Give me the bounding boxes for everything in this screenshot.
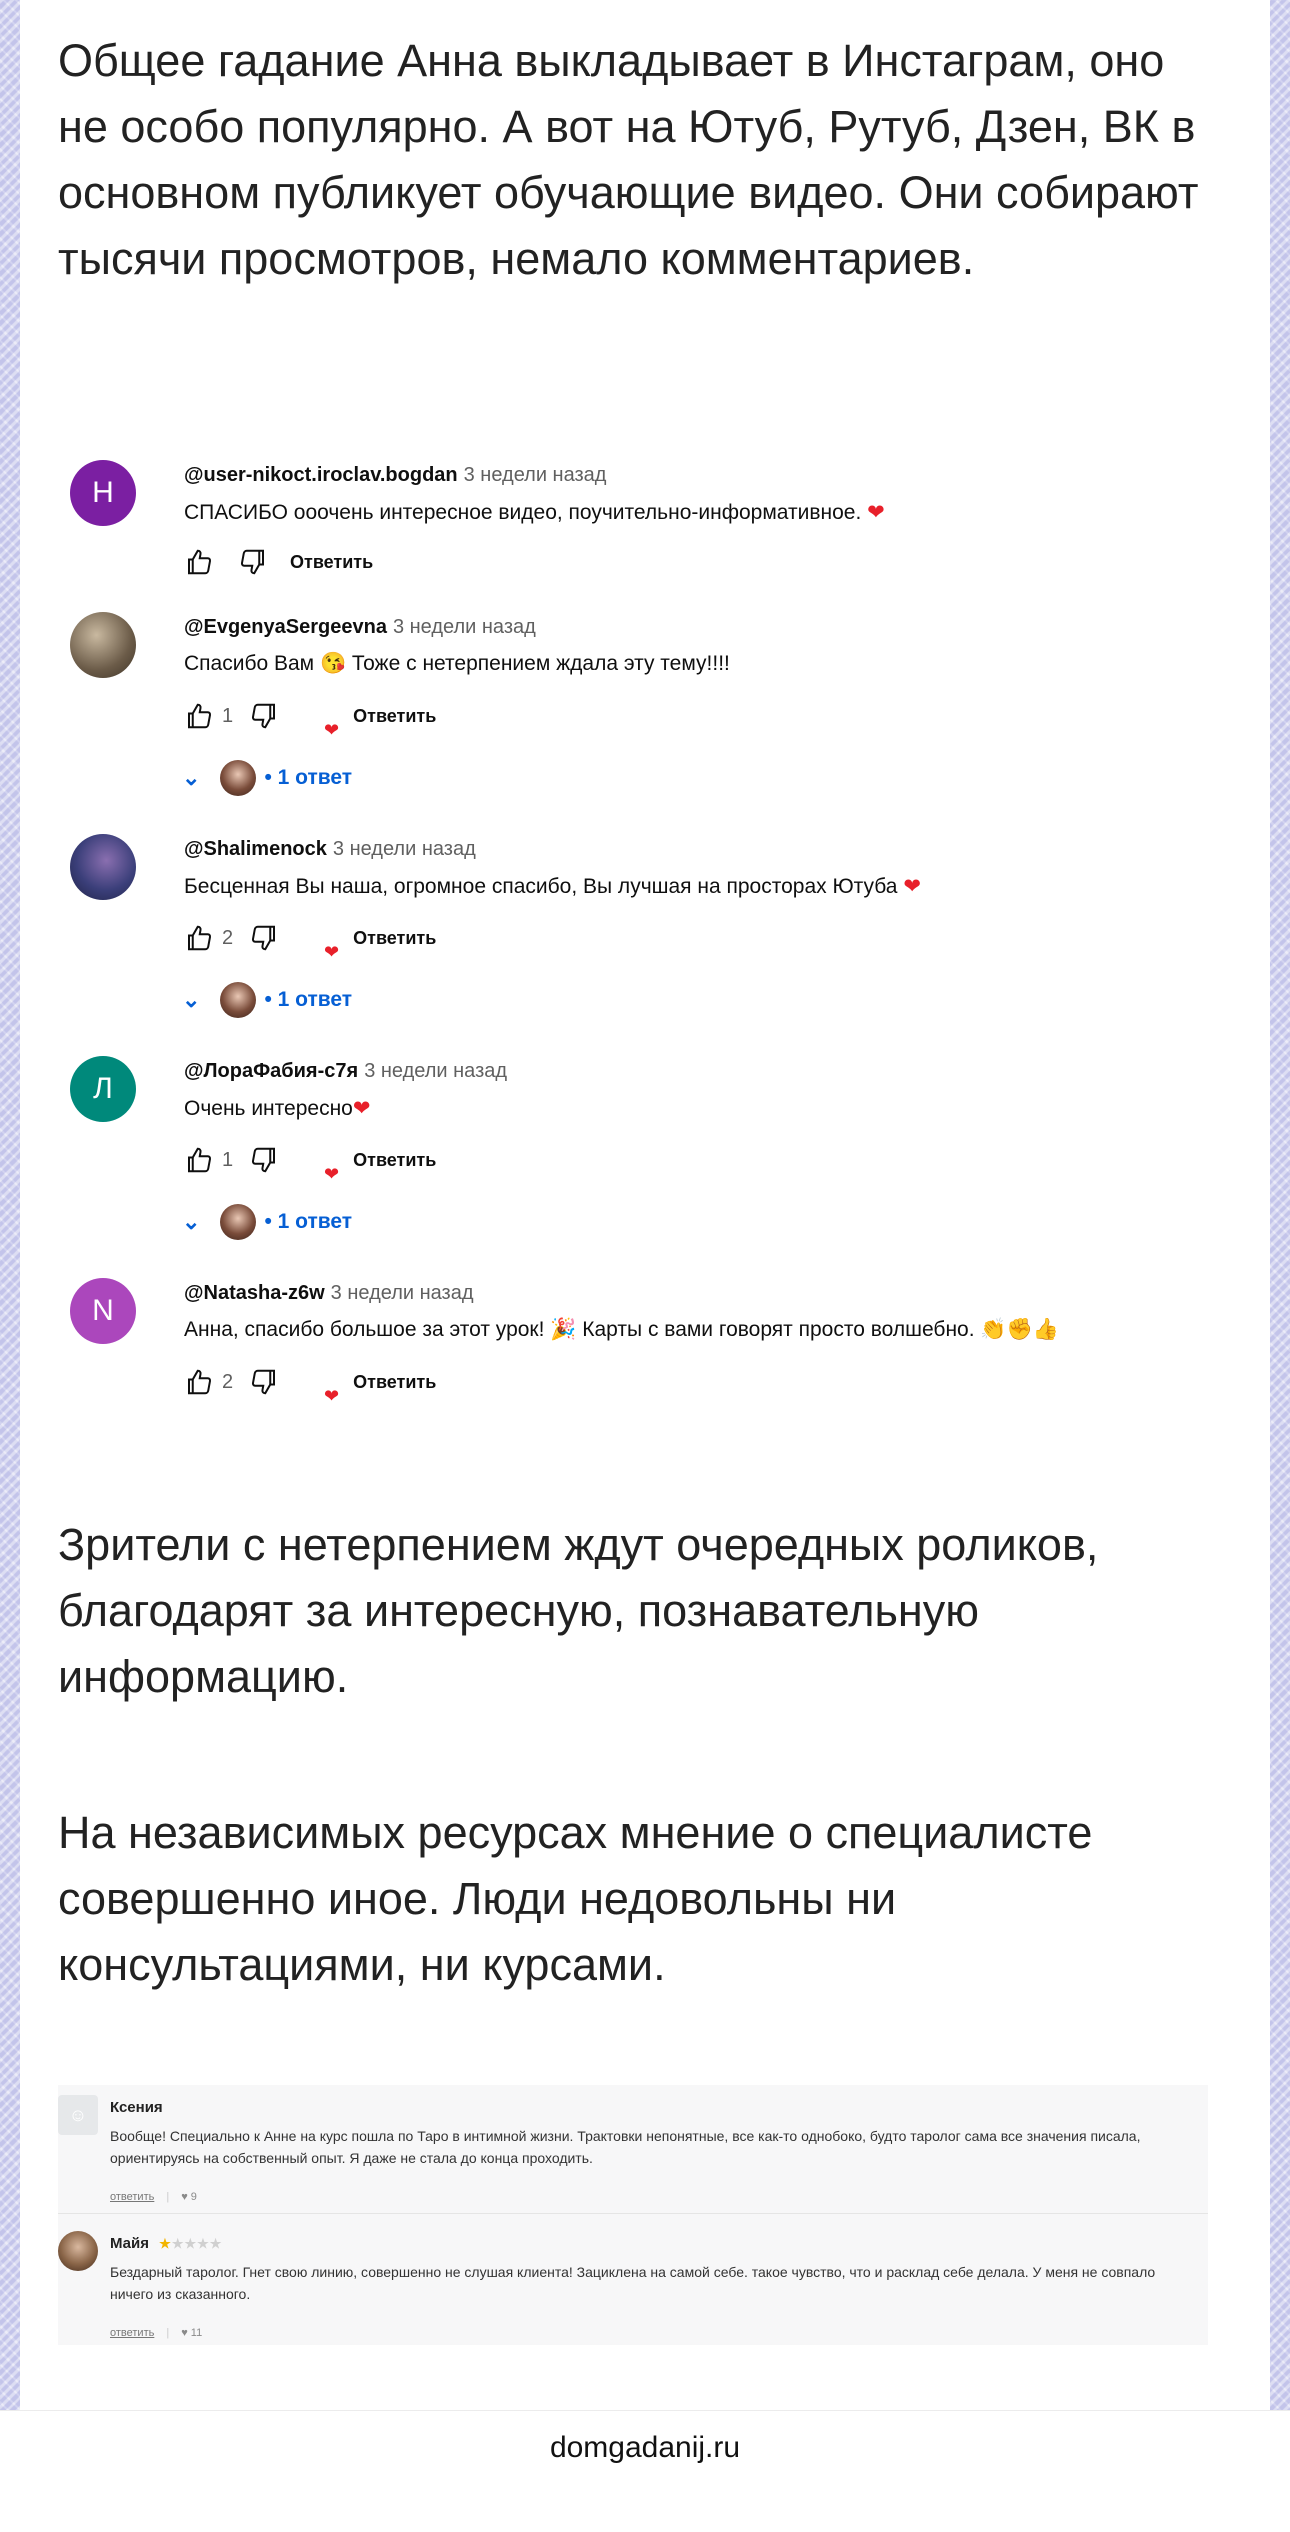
youtube-comments-screenshot: Н @user-nikoct.iroclav.bogdan 3 недели на… <box>58 430 1208 1430</box>
like-icon[interactable] <box>182 1365 216 1399</box>
review-author[interactable]: Ксения <box>110 2099 163 2116</box>
comment-actions: 1 ❤ Ответить <box>182 697 436 740</box>
heart-icon: ❤ <box>903 875 921 898</box>
heart-icon: ❤ <box>324 1164 340 1184</box>
dislike-icon[interactable] <box>247 921 281 955</box>
lower-paragraph: На независимых ресурсах мнение о специал… <box>58 1807 1093 1990</box>
comment-text: Анна, спасибо большое за этот урок! 🎉 Ка… <box>184 1318 1059 1341</box>
like-count: 11 <box>190 2327 203 2339</box>
chevron-down-icon: ⌄ <box>182 987 201 1012</box>
like-count: 2 <box>222 1370 234 1393</box>
heart-icon: ❤ <box>324 1386 340 1406</box>
reply-button[interactable]: Ответить <box>353 928 436 949</box>
review-author: Майя ★★★★★ <box>110 2235 223 2252</box>
comment-header: @EvgenyaSergeevna 3 недели назад <box>184 616 536 639</box>
comment-header: @Shalimenock 3 недели назад <box>184 838 476 861</box>
avatar[interactable]: Л <box>70 1056 136 1122</box>
creator-avatar <box>220 760 257 796</box>
review-actions: ответить | ♥ 11 <box>110 2327 203 2339</box>
reviews-screenshot: ☺ Ксения Вообще! Специально к Анне на ку… <box>58 2085 1208 2345</box>
like-count: 1 <box>222 1148 234 1171</box>
heart-icon[interactable]: ♥ <box>181 2191 188 2203</box>
creator-avatar <box>220 1204 257 1240</box>
creator-heart-badge: ❤ <box>295 1363 339 1406</box>
creator-heart-badge: ❤ <box>295 919 339 962</box>
creator-avatar <box>220 982 257 1018</box>
comment-header: @user-nikoct.iroclav.bogdan 3 недели наза… <box>184 464 606 487</box>
avatar[interactable]: N <box>70 1278 136 1344</box>
view-replies-button[interactable]: ⌄ • 1 ответ <box>182 980 352 1020</box>
like-count: 9 <box>190 2191 197 2203</box>
comment-date[interactable]: 3 недели назад <box>333 838 476 860</box>
reply-link[interactable]: ответить <box>110 2191 154 2203</box>
avatar: ☺ <box>58 2095 98 2135</box>
comment-actions: 1 ❤ Ответить <box>182 1141 436 1184</box>
avatar[interactable] <box>70 834 136 900</box>
comment-text: Спасибо Вам 😘 Тоже с нетерпением ждала э… <box>184 652 730 675</box>
comment-text: Бесценная Вы наша, огромное спасибо, Вы … <box>184 875 921 898</box>
intro-paragraph: Общее гадание Анна выкладывает в Инстагр… <box>58 35 1199 284</box>
reply-button[interactable]: Ответить <box>353 1372 436 1393</box>
avatar <box>58 2231 98 2271</box>
comment-text: СПАСИБО ооочень интересное видео, поучит… <box>184 501 885 524</box>
creator-heart-badge: ❤ <box>295 697 339 740</box>
avatar[interactable]: Н <box>70 460 136 526</box>
like-icon[interactable] <box>182 545 216 579</box>
like-icon[interactable] <box>182 699 216 733</box>
comment-date[interactable]: 3 недели назад <box>364 1060 507 1082</box>
view-replies-button[interactable]: ⌄ • 1 ответ <box>182 758 352 798</box>
dislike-icon[interactable] <box>247 1143 281 1177</box>
comment-date[interactable]: 3 недели назад <box>331 1282 474 1304</box>
comment-header: @Natasha-z6w 3 недели назад <box>184 1282 474 1305</box>
dislike-icon[interactable] <box>236 545 270 579</box>
review-text: Вообще! Специально к Анне на курс пошла … <box>110 2128 1141 2166</box>
footer: domgadanij.ru <box>0 2410 1290 2532</box>
chevron-down-icon: ⌄ <box>182 1209 201 1234</box>
reply-button[interactable]: Ответить <box>353 706 436 727</box>
site-url[interactable]: domgadanij.ru <box>0 2431 1290 2465</box>
avatar[interactable] <box>70 612 136 678</box>
comment-author[interactable]: @EvgenyaSergeevna <box>184 616 387 638</box>
view-replies-button[interactable]: ⌄ • 1 ответ <box>182 1202 352 1242</box>
heart-icon: ❤ <box>324 942 340 962</box>
reply-button[interactable]: Ответить <box>353 1150 436 1171</box>
comment-author[interactable]: @ЛораФабия-с7я <box>184 1060 358 1082</box>
comment-actions: Ответить <box>182 544 373 580</box>
dislike-icon[interactable] <box>247 699 281 733</box>
heart-icon: ❤ <box>352 1097 371 1120</box>
divider <box>58 2213 1208 2214</box>
comment-author[interactable]: @Natasha-z6w <box>184 1282 325 1304</box>
like-count: 1 <box>222 704 234 727</box>
creator-heart-badge: ❤ <box>295 1141 339 1184</box>
middle-paragraph: Зрители с нетерпением ждут очередных рол… <box>58 1519 1099 1702</box>
heart-icon[interactable]: ♥ <box>181 2327 188 2339</box>
review-actions: ответить | ♥ 9 <box>110 2191 197 2203</box>
reply-link[interactable]: ответить <box>110 2327 154 2339</box>
comment-date[interactable]: 3 недели назад <box>464 464 607 486</box>
rating-stars: ★★★★★ <box>159 2236 223 2251</box>
dislike-icon[interactable] <box>247 1365 281 1399</box>
comment-author[interactable]: @Shalimenock <box>184 838 327 860</box>
reply-button[interactable]: Ответить <box>290 552 373 573</box>
like-icon[interactable] <box>182 1143 216 1177</box>
comment-text: Очень интересно❤ <box>184 1097 371 1120</box>
comment-header: @ЛораФабия-с7я 3 недели назад <box>184 1060 507 1083</box>
review-text: Бездарный таролог. Гнет свою линию, сове… <box>110 2264 1156 2302</box>
comment-actions: 2 ❤ Ответить <box>182 1363 436 1406</box>
heart-icon: ❤ <box>324 720 340 740</box>
comment-date[interactable]: 3 недели назад <box>393 616 536 638</box>
heart-icon: ❤ <box>867 501 885 524</box>
comment-author[interactable]: @user-nikoct.iroclav.bogdan <box>184 464 458 486</box>
chevron-down-icon: ⌄ <box>182 765 201 790</box>
like-count: 2 <box>222 926 234 949</box>
like-icon[interactable] <box>182 921 216 955</box>
comment-actions: 2 ❤ Ответить <box>182 919 436 962</box>
